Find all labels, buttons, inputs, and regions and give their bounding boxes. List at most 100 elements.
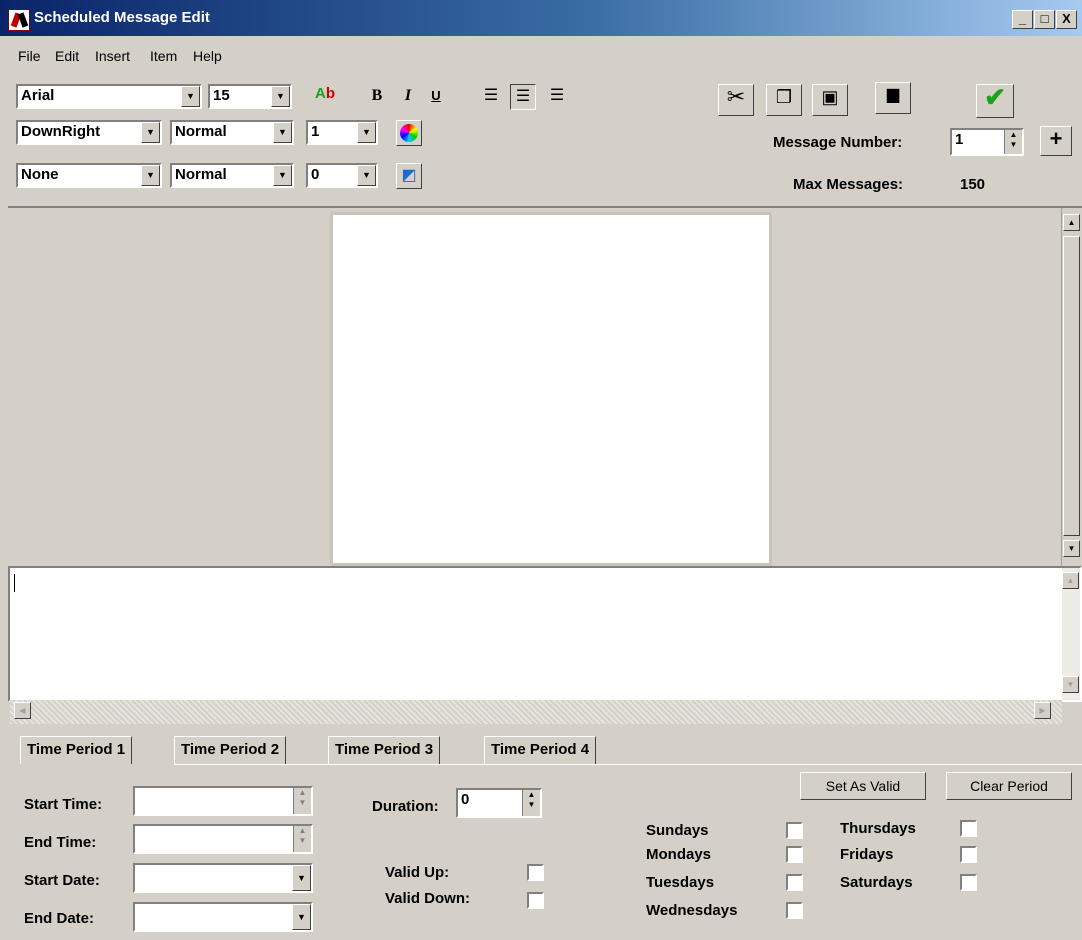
add-message-button[interactable]: +: [1040, 126, 1072, 156]
paste-icon: ▣: [821, 87, 839, 107]
tuesdays-checkbox[interactable]: [786, 874, 803, 891]
sundays-checkbox[interactable]: [786, 822, 803, 839]
font-color-button[interactable]: Ab: [312, 82, 338, 108]
preview-scrollbar[interactable]: ▲ ▼: [1062, 208, 1082, 566]
start-time-input[interactable]: ▲ ▼: [133, 786, 313, 816]
set-as-valid-button[interactable]: Set As Valid: [800, 772, 926, 800]
scroll-down-icon[interactable]: ▼: [1062, 676, 1079, 693]
duration-value: 0: [461, 791, 470, 808]
effect-value: DownRight: [21, 123, 101, 140]
fridays-label: Fridays: [840, 846, 894, 863]
chevron-down-icon: ▼: [357, 122, 376, 143]
value2-select[interactable]: 0 ▼: [306, 163, 378, 188]
cut-button[interactable]: ✂: [718, 84, 754, 116]
font-size-value: 15: [213, 87, 230, 104]
font-select[interactable]: Arial ▼: [16, 84, 202, 109]
end-time-input[interactable]: ▲ ▼: [133, 824, 313, 854]
text-hscrollbar[interactable]: ◀ ▶: [10, 700, 1062, 724]
thursdays-checkbox[interactable]: [960, 820, 977, 837]
scroll-thumb[interactable]: [1063, 236, 1080, 536]
duration-label: Duration:: [372, 798, 439, 815]
align-center-button[interactable]: ☰: [510, 84, 536, 110]
value1-select[interactable]: 1 ▼: [306, 120, 378, 145]
style1-select[interactable]: Normal ▼: [170, 120, 294, 145]
scroll-up-icon[interactable]: ▲: [1063, 214, 1080, 231]
italic-button[interactable]: I: [395, 84, 421, 110]
start-date-label: Start Date:: [24, 872, 100, 889]
color-wheel-icon: [400, 124, 418, 142]
chevron-down-icon: ▼: [141, 122, 160, 143]
checkmark-icon: ✔: [984, 82, 1006, 112]
message-number-label: Message Number:: [773, 134, 903, 151]
window-title: Scheduled Message Edit: [34, 9, 210, 26]
underline-button[interactable]: U: [423, 84, 449, 110]
bold-button[interactable]: B: [364, 84, 390, 110]
align-left-icon: ☰: [483, 87, 499, 104]
end-time-label: End Time:: [24, 834, 97, 851]
chevron-down-icon: ▼: [141, 165, 160, 186]
color-wheel-button[interactable]: [396, 120, 422, 146]
saturdays-checkbox[interactable]: [960, 874, 977, 891]
copy-button[interactable]: ❐: [766, 84, 802, 116]
wednesdays-checkbox[interactable]: [786, 902, 803, 919]
align-left-button[interactable]: ☰: [478, 84, 504, 110]
fridays-checkbox[interactable]: [960, 846, 977, 863]
tab-time-period-1[interactable]: Time Period 1: [20, 736, 133, 764]
duration-spinner[interactable]: 0 ▲ ▼: [456, 788, 542, 818]
copy-icon: ❐: [775, 87, 793, 107]
font-value: Arial: [21, 87, 55, 104]
minimize-button[interactable]: _: [1012, 10, 1033, 29]
align-right-button[interactable]: ☰: [544, 84, 570, 110]
tab-time-period-3[interactable]: Time Period 3: [328, 736, 441, 764]
chevron-down-icon: ▼: [357, 165, 376, 186]
mondays-label: Mondays: [646, 846, 712, 863]
menu-file[interactable]: File: [18, 48, 41, 64]
style2-value: Normal: [175, 166, 227, 183]
menu-item[interactable]: Item: [150, 48, 177, 64]
scroll-right-icon[interactable]: ▶: [1034, 702, 1051, 719]
ok-button[interactable]: ✔: [976, 84, 1014, 118]
tab-time-period-4[interactable]: Time Period 4: [484, 736, 597, 764]
chevron-down-icon: ▼: [271, 86, 290, 107]
menu-edit[interactable]: Edit: [55, 48, 79, 64]
style2-select[interactable]: Normal ▼: [170, 163, 294, 188]
spinner-arrows-icon[interactable]: ▲ ▼: [293, 826, 311, 852]
spinner-arrows-icon[interactable]: ▲ ▼: [293, 788, 311, 814]
maximize-button[interactable]: □: [1034, 10, 1055, 29]
mondays-checkbox[interactable]: [786, 846, 803, 863]
tab-time-period-2[interactable]: Time Period 2: [174, 736, 287, 764]
tab-line: [174, 764, 1082, 765]
message-text-area[interactable]: [8, 566, 1082, 702]
valid-up-checkbox[interactable]: [527, 864, 544, 881]
start-date-select[interactable]: ▼: [133, 863, 313, 893]
start-time-label: Start Time:: [24, 796, 103, 813]
text-vscrollbar[interactable]: ▲ ▼: [1062, 568, 1080, 700]
valid-down-checkbox[interactable]: [527, 892, 544, 909]
border-select[interactable]: None ▼: [16, 163, 162, 188]
end-date-select[interactable]: ▼: [133, 902, 313, 932]
effect-select[interactable]: DownRight ▼: [16, 120, 162, 145]
spinner-arrows-icon[interactable]: ▲ ▼: [1004, 130, 1022, 154]
camera-icon: ▆: [886, 86, 900, 103]
spinner-arrows-icon[interactable]: ▲ ▼: [522, 790, 540, 816]
message-canvas[interactable]: [330, 212, 772, 566]
menu-insert[interactable]: Insert: [95, 48, 130, 64]
paste-button[interactable]: ▣: [812, 84, 848, 116]
app-icon: [8, 9, 30, 31]
message-number-spinner[interactable]: 1 ▲ ▼: [950, 128, 1024, 156]
fill-button[interactable]: ◩: [396, 163, 422, 189]
wednesdays-label: Wednesdays: [646, 902, 738, 919]
chevron-down-icon: ▼: [292, 865, 311, 891]
scroll-up-icon[interactable]: ▲: [1062, 572, 1079, 589]
clear-period-button[interactable]: Clear Period: [946, 772, 1072, 800]
align-center-icon: ☰: [515, 88, 531, 105]
font-size-select[interactable]: 15 ▼: [208, 84, 292, 109]
camera-button[interactable]: ▆: [875, 82, 911, 114]
chevron-down-icon: ▼: [181, 86, 200, 107]
menu-help[interactable]: Help: [193, 48, 222, 64]
value2-value: 0: [311, 166, 320, 183]
saturdays-label: Saturdays: [840, 874, 913, 891]
scroll-down-icon[interactable]: ▼: [1063, 540, 1080, 557]
close-button[interactable]: X: [1056, 10, 1077, 29]
scroll-left-icon[interactable]: ◀: [14, 702, 31, 719]
